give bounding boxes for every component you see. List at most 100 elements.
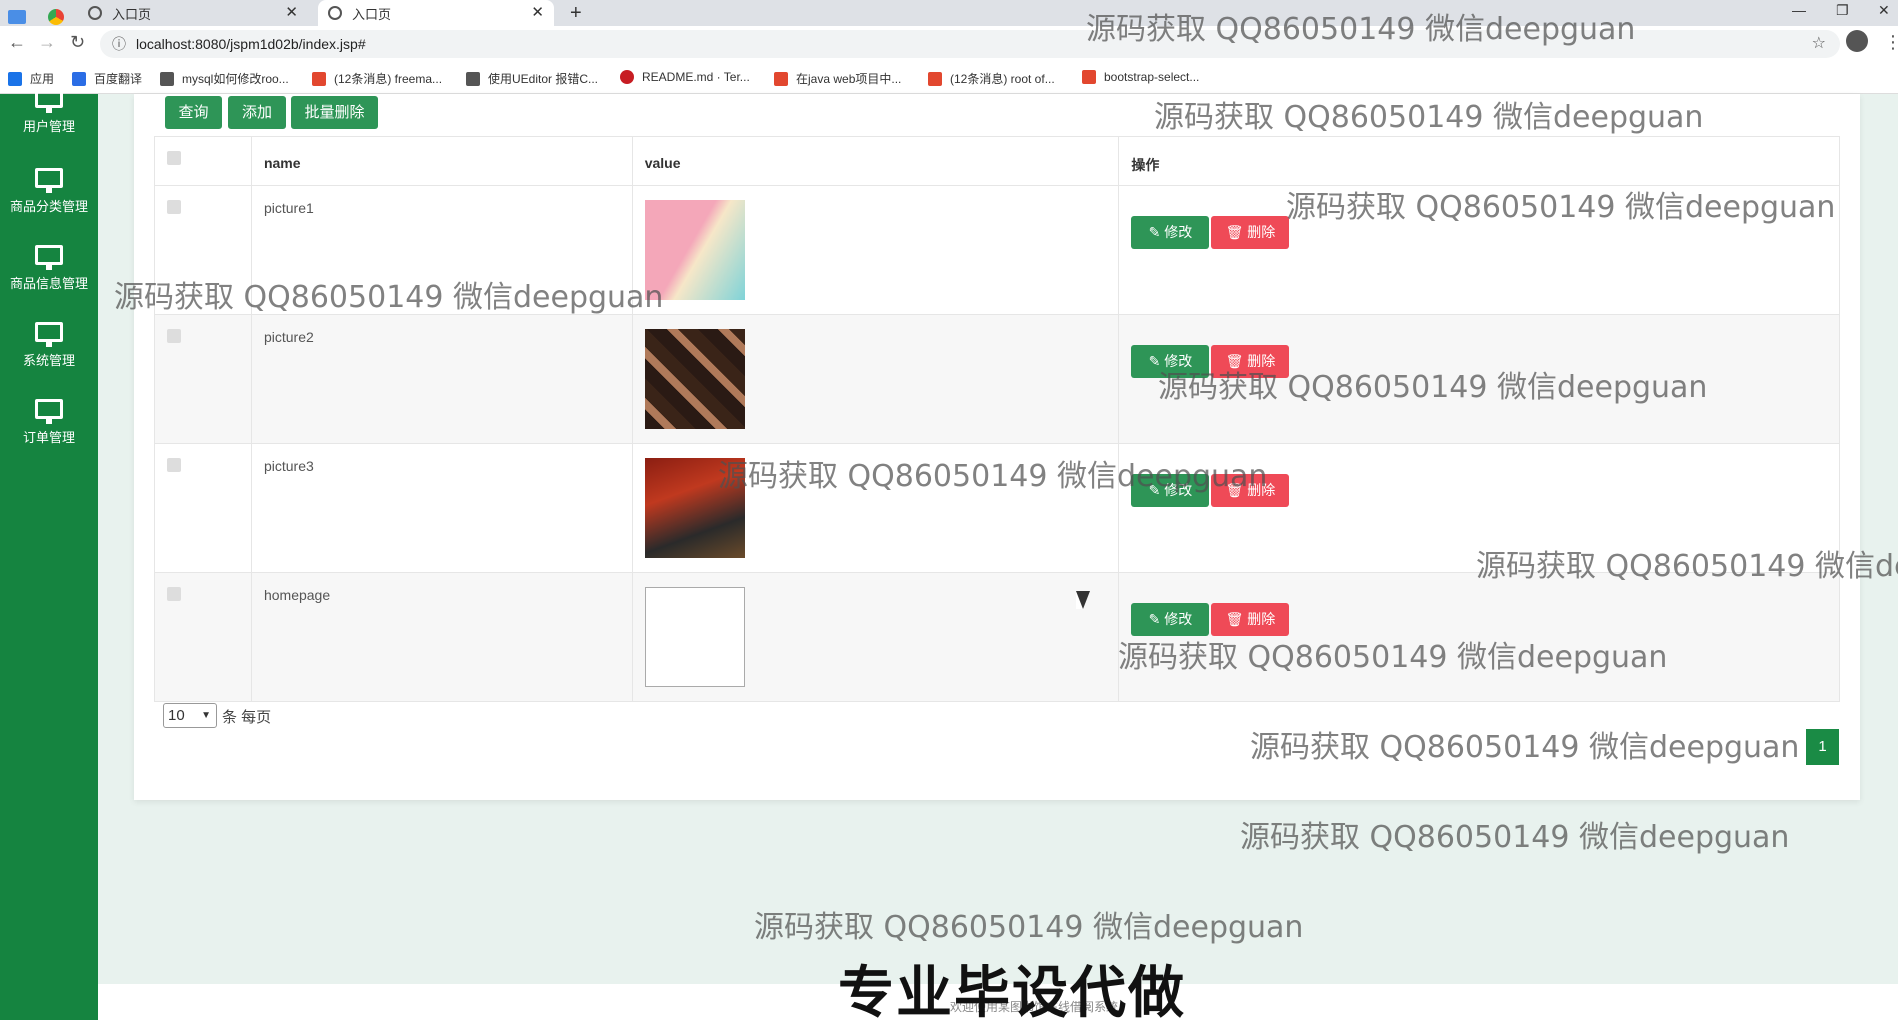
menu-icon[interactable]: ⋮	[1884, 32, 1898, 53]
monitor-icon	[35, 245, 63, 270]
sidebar-item-users[interactable]: 用户管理	[0, 88, 98, 135]
query-button[interactable]: 查询	[165, 96, 222, 129]
edit-label: 修改	[1164, 611, 1193, 627]
bookmark-label: 在java web项目中...	[796, 72, 902, 86]
monitor-icon	[35, 168, 63, 193]
select-all-checkbox[interactable]	[167, 151, 181, 165]
bookmark-csdn-freemarker[interactable]: (12条消息) freema...	[312, 70, 442, 87]
apps-icon	[8, 71, 22, 86]
select-all-cell	[154, 136, 252, 186]
bookmark-label: 应用	[30, 72, 55, 86]
watermark: 源码获取 QQ86050149 微信deepguan	[1250, 730, 1800, 765]
bookmark-baidu-translate[interactable]: 百度翻译	[72, 70, 142, 87]
watermark: 源码获取 QQ86050149 微信deepguan	[1154, 100, 1704, 135]
mouse-cursor-icon	[1076, 591, 1090, 609]
row-checkbox[interactable]	[167, 329, 181, 343]
bookmark-label: README.md · Ter...	[642, 70, 750, 84]
sidebar-item-label: 商品分类管理	[9, 199, 88, 214]
url-text: localhost:8080/jspm1d02b/index.jsp#	[136, 36, 366, 52]
bookmark-label: 使用UEditor 报错C...	[488, 72, 599, 86]
sidebar-item-label: 用户管理	[22, 119, 75, 134]
row-name: picture2	[250, 314, 633, 444]
mysql-icon	[160, 71, 174, 86]
bookmark-apps[interactable]: 应用	[8, 70, 54, 87]
sidebar-item-label: 系统管理	[22, 353, 75, 368]
watermark: 源码获取 QQ86050149 微信de	[1476, 549, 1898, 584]
bookmark-mysql[interactable]: mysql如何修改roo...	[160, 70, 289, 87]
delete-button[interactable]: 🗑 删除	[1211, 216, 1290, 249]
watermark: 源码获取 QQ86050149 微信deepguan	[1086, 12, 1636, 47]
info-icon[interactable]: ⓘ	[112, 30, 126, 58]
edit-icon: ✎	[1148, 611, 1165, 627]
sidebar-item-categories[interactable]: 商品分类管理	[0, 168, 98, 215]
sidebar-item-label: 商品信息管理	[9, 276, 88, 291]
row-name: picture3	[250, 443, 633, 573]
tab-entry-2[interactable]: 入口页 ✕	[318, 0, 554, 26]
header-ops: 操作	[1118, 136, 1840, 186]
promo-banner: 专业毕设代做	[838, 961, 1186, 1026]
tab-entry-1[interactable]: 入口页 ✕	[88, 0, 308, 26]
bookmark-csdn-root[interactable]: (12条消息) root of...	[928, 70, 1055, 87]
close-window-icon[interactable]: ✕	[1878, 2, 1890, 19]
bookmarks-bar: 应用 百度翻译 mysql如何修改roo... (12条消息) freema..…	[0, 62, 1898, 94]
edit-label: 修改	[1164, 224, 1193, 240]
csdn-icon	[928, 71, 942, 86]
page-size-select[interactable]: 10 ▼	[163, 703, 217, 728]
bookmark-java-web[interactable]: 在java web项目中...	[774, 70, 901, 87]
page-size-value: 10	[168, 707, 185, 724]
restore-icon[interactable]: ❐	[1836, 2, 1849, 19]
trash-icon: 🗑	[1225, 611, 1248, 627]
row-checkbox[interactable]	[167, 458, 181, 472]
batch-delete-button[interactable]: 批量删除	[291, 96, 378, 129]
table-header-row: name value 操作	[154, 136, 1840, 186]
sidebar-item-label: 订单管理	[22, 430, 75, 445]
tab-label: 入口页	[112, 6, 152, 22]
gitee-icon	[620, 70, 634, 84]
profile-icon[interactable]	[1846, 30, 1868, 52]
globe-icon	[328, 6, 342, 20]
chevron-down-icon: ▼	[201, 710, 211, 721]
monitor-icon	[35, 322, 63, 347]
delete-label: 删除	[1247, 611, 1276, 627]
trash-icon: 🗑	[1225, 224, 1248, 240]
bookmark-label: bootstrap-select...	[1104, 70, 1200, 84]
forward-icon[interactable]: →	[38, 32, 56, 53]
csdn-icon	[312, 71, 326, 86]
page-size-label: 条 每页	[222, 709, 272, 726]
watermark: 源码获取 QQ86050149 微信deepguan	[754, 910, 1304, 945]
globe-icon	[88, 6, 102, 20]
sidebar-item-orders[interactable]: 订单管理	[0, 399, 98, 446]
close-icon[interactable]: ✕	[285, 3, 298, 21]
row-checkbox[interactable]	[167, 587, 181, 601]
header-name: name	[250, 136, 633, 186]
bookmark-ueditor[interactable]: 使用UEditor 报错C...	[466, 70, 598, 87]
sidebar-item-system[interactable]: 系统管理	[0, 322, 98, 369]
minimize-icon[interactable]: —	[1792, 2, 1806, 18]
reload-icon[interactable]: ↻	[70, 32, 85, 53]
watermark: 源码获取 QQ86050149 微信deepguan	[718, 459, 1268, 494]
broken-image-icon	[644, 587, 745, 687]
edit-button[interactable]: ✎ 修改	[1131, 216, 1210, 249]
watermark: 源码获取 QQ86050149 微信deepguan	[1118, 640, 1668, 675]
csdn-icon	[774, 71, 788, 86]
new-tab-button[interactable]: +	[570, 0, 582, 26]
row-checkbox[interactable]	[167, 200, 181, 214]
page-number-button[interactable]: 1	[1806, 729, 1839, 765]
bookmark-bootstrap-select[interactable]: bootstrap-select...	[1082, 70, 1199, 84]
watermark: 源码获取 QQ86050149 微信deepguan	[1240, 820, 1790, 855]
monitor-icon	[35, 88, 63, 113]
sidebar-item-products[interactable]: 商品信息管理	[0, 245, 98, 292]
add-button[interactable]: 添加	[228, 96, 286, 129]
sidebar: 用户管理 商品分类管理 商品信息管理 系统管理 订单管理	[0, 88, 98, 1020]
row-thumbnail	[644, 329, 745, 429]
back-icon[interactable]: ←	[8, 32, 26, 53]
watermark: 源码获取 QQ86050149 微信deepguan	[1286, 190, 1836, 225]
jianshu-icon	[1082, 70, 1096, 84]
star-icon[interactable]: ☆	[1812, 30, 1826, 58]
close-icon[interactable]: ✕	[531, 3, 544, 21]
bookmark-label: mysql如何修改roo...	[182, 72, 289, 86]
bookmark-label: 百度翻译	[94, 72, 143, 86]
bookmark-readme[interactable]: README.md · Ter...	[620, 70, 750, 84]
watermark: 源码获取 QQ86050149 微信deepguan	[1158, 370, 1708, 405]
header-value: value	[631, 136, 1120, 186]
